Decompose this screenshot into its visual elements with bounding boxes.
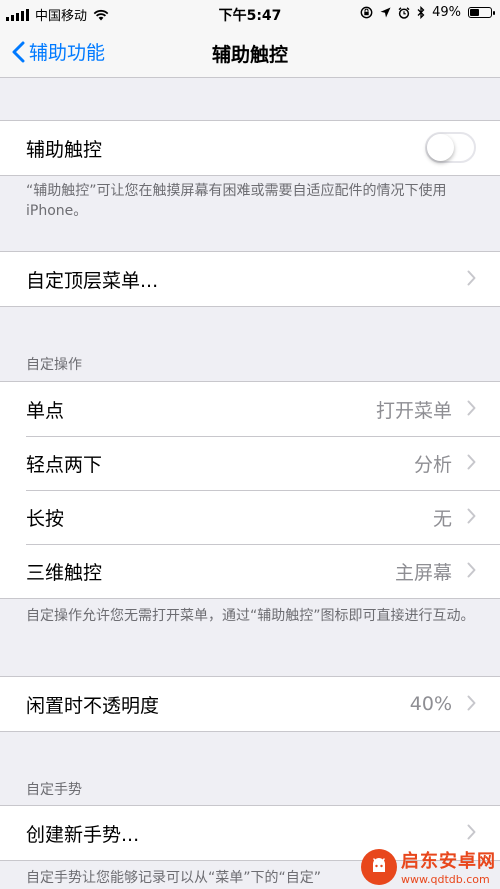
watermark: 启东安卓网 www.qdtdb.com [361,847,496,886]
watermark-text: 启东安卓网 www.qdtdb.com [401,847,496,886]
action-row-long-press[interactable]: 长按 无 [0,490,500,544]
custom-actions-group: 单点 打开菜单 轻点两下 分析 长按 无 三维触控 主屏幕 [0,381,500,599]
action-label: 长按 [26,507,65,530]
chevron-right-icon [467,400,476,416]
action-value: 分析 [413,453,452,476]
action-row-single-tap[interactable]: 单点 打开菜单 [0,382,500,436]
location-icon [380,7,391,18]
alarm-icon [398,6,410,19]
action-value: 无 [432,507,452,530]
assistive-touch-toggle[interactable] [425,132,476,163]
battery-percent: 49% [432,5,461,20]
custom-actions-header: 自定操作 [26,357,82,373]
create-gesture-label: 创建新手势... [26,823,140,846]
battery-level [470,9,480,16]
custom-actions-footer: 自定操作允许您无需打开菜单，通过“辅助触控”图标即可直接进行互动。 [26,608,475,624]
action-label: 单点 [26,399,65,422]
assistive-touch-row: 辅助触控 [0,121,500,175]
action-value: 主屏幕 [394,561,452,584]
idle-opacity-label: 闲置时不透明度 [26,694,160,717]
idle-opacity-value: 40% [409,693,452,715]
battery-icon [468,7,495,18]
idle-opacity-group: 闲置时不透明度 40% [0,676,500,732]
top-menu-group: 自定顶层菜单... [0,251,500,307]
chevron-right-icon [467,562,476,578]
custom-gestures-header: 自定手势 [26,782,82,798]
page-title: 辅助触控 [211,44,288,66]
chevron-right-icon [467,695,476,711]
assistive-touch-description: “辅助触控”可让您在触摸屏幕有困难或需要自适应配件的情况下使用 iPhone。 [26,183,447,219]
action-value: 打开菜单 [375,399,452,422]
assistive-touch-group: 辅助触控 [0,120,500,176]
toggle-knob [427,134,454,161]
bluetooth-icon [417,6,425,19]
rotation-lock-icon [360,6,373,19]
chevron-right-icon [467,824,476,840]
assistive-touch-label: 辅助触控 [26,138,103,161]
chevron-right-icon [467,454,476,470]
idle-opacity-row[interactable]: 闲置时不透明度 40% [0,677,500,731]
action-row-double-tap[interactable]: 轻点两下 分析 [0,436,500,490]
status-right: 49% [360,5,495,20]
action-label: 轻点两下 [26,453,103,476]
action-row-3d-touch[interactable]: 三维触控 主屏幕 [0,544,500,598]
watermark-title: 启东安卓网 [401,851,496,872]
chevron-right-icon [467,270,476,286]
watermark-logo-icon [361,848,397,885]
top-menu-row[interactable]: 自定顶层菜单... [0,252,500,306]
watermark-url: www.qdtdb.com [401,873,490,886]
top-menu-label: 自定顶层菜单... [26,269,159,292]
chevron-right-icon [467,508,476,524]
action-label: 三维触控 [26,561,103,584]
status-bar: 中国移动 下午5:47 49% [0,0,500,27]
